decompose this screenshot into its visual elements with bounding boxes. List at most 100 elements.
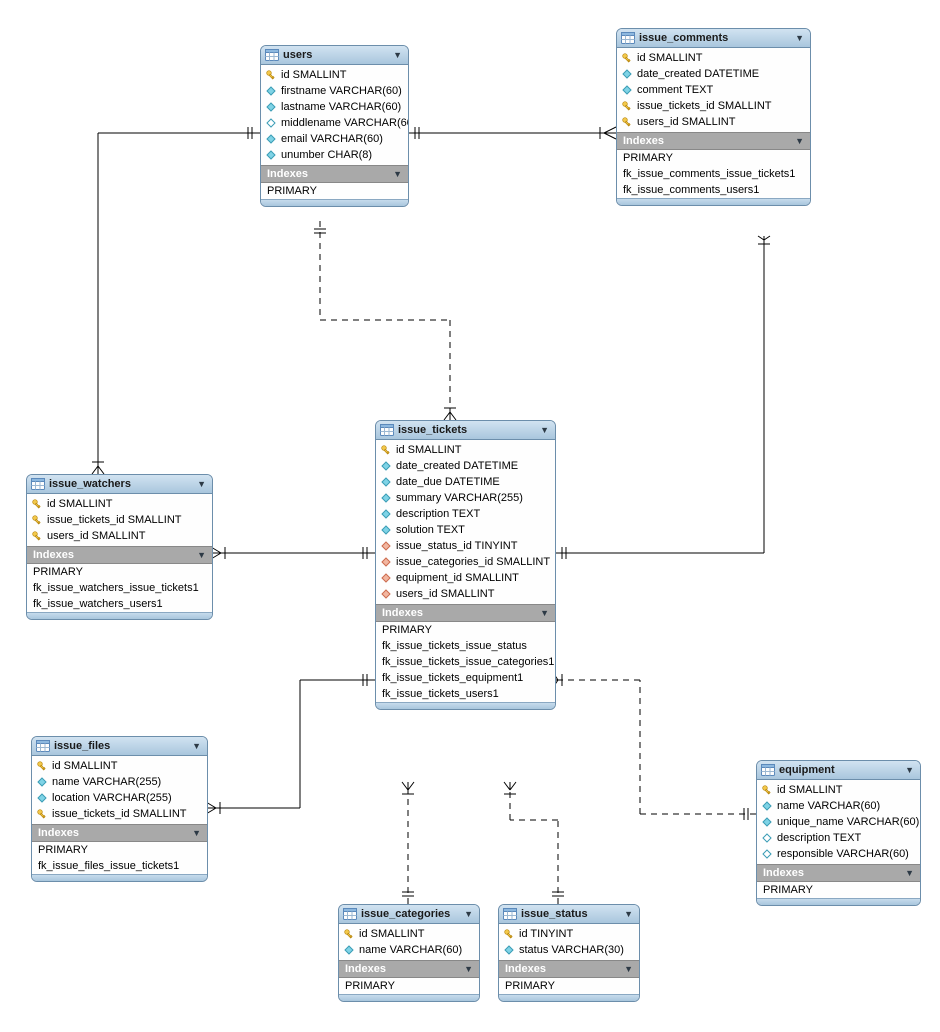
table-footer [261,199,408,206]
table-header[interactable]: issue_comments▼ [617,29,810,48]
column-row[interactable]: equipment_id SMALLINT [376,570,555,586]
collapse-icon[interactable]: ▼ [795,33,804,43]
column-row[interactable]: description TEXT [757,830,920,846]
index-row[interactable]: PRIMARY [261,183,408,199]
column-row[interactable]: issue_tickets_id SMALLINT [32,806,207,822]
table-header[interactable]: issue_tickets▼ [376,421,555,440]
indexes-header[interactable]: Indexes ▼ [27,546,212,564]
collapse-icon[interactable]: ▼ [540,608,549,618]
index-row[interactable]: PRIMARY [376,622,555,638]
indexes-header[interactable]: Indexes▼ [499,960,639,978]
column-text: id TINYINT [519,928,573,940]
index-row[interactable]: PRIMARY [757,882,920,898]
index-row[interactable]: PRIMARY [27,564,212,580]
table-users[interactable]: users▼ id SMALLINTfirstname VARCHAR(60)la… [260,45,409,207]
table-issue_status[interactable]: issue_status▼id TINYINT status VARCHAR(30… [498,904,640,1002]
collapse-icon[interactable]: ▼ [795,136,804,146]
column-row[interactable]: responsible VARCHAR(60) [757,846,920,862]
index-row[interactable]: PRIMARY [32,842,207,858]
table-header[interactable]: issue_categories▼ [339,905,479,924]
collapse-icon[interactable]: ▼ [393,169,402,179]
column-row[interactable]: date_created DATETIME [376,458,555,474]
column-row[interactable]: issue_status_id TINYINT [376,538,555,554]
indexes-header[interactable]: Indexes▼ [617,132,810,150]
table-issue_categories[interactable]: issue_categories▼id SMALLINTname VARCHAR… [338,904,480,1002]
indexes-header[interactable]: Indexes▼ [339,960,479,978]
column-row[interactable]: solution TEXT [376,522,555,538]
column-row[interactable]: lastname VARCHAR(60) [261,99,408,115]
column-row[interactable]: issue_tickets_id SMALLINT [617,98,810,114]
column-row[interactable]: users_id SMALLINT [27,528,212,544]
table-header[interactable]: equipment▼ [757,761,920,780]
column-row[interactable]: status VARCHAR(30) [499,942,639,958]
column-row[interactable]: description TEXT [376,506,555,522]
index-row[interactable]: PRIMARY [339,978,479,994]
index-row[interactable]: fk_issue_tickets_issue_categories1 [376,654,555,670]
collapse-icon[interactable]: ▼ [905,868,914,878]
column-row[interactable]: date_due DATETIME [376,474,555,490]
index-row[interactable]: fk_issue_watchers_issue_tickets1 [27,580,212,596]
index-row[interactable]: fk_issue_comments_users1 [617,182,810,198]
table-header[interactable]: issue_watchers▼ [27,475,212,494]
indexes-header[interactable]: Indexes▼ [261,165,408,183]
collapse-icon[interactable]: ▼ [905,765,914,775]
column-row[interactable]: unique_name VARCHAR(60) [757,814,920,830]
index-row[interactable]: fk_issue_watchers_users1 [27,596,212,612]
table-header[interactable]: issue_files▼ [32,737,207,756]
column-row[interactable]: unumber CHAR(8) [261,147,408,163]
index-row[interactable]: fk_issue_files_issue_tickets1 [32,858,207,874]
collapse-icon[interactable]: ▼ [624,964,633,974]
column-row[interactable]: users_id SMALLINT [617,114,810,130]
collapse-icon[interactable]: ▼ [192,741,201,751]
collapse-icon[interactable]: ▼ [197,479,206,489]
column-row[interactable]: id SMALLINT [757,782,920,798]
collapse-icon[interactable]: ▼ [192,828,201,838]
column-row[interactable]: id SMALLINT [32,758,207,774]
collapse-icon[interactable]: ▼ [624,909,633,919]
collapse-icon[interactable]: ▼ [393,50,402,60]
table-issue_watchers[interactable]: issue_watchers▼id SMALLINTissue_tickets_… [26,474,213,620]
column-row[interactable]: id SMALLINT [339,926,479,942]
column-row[interactable]: name VARCHAR(60) [757,798,920,814]
table-equipment[interactable]: equipment▼ id SMALLINTname VARCHAR(60)uni… [756,760,921,906]
indexes-label: Indexes [763,867,804,879]
index-row[interactable]: PRIMARY [499,978,639,994]
indexes-header[interactable]: Indexes ▼ [757,864,920,882]
index-row[interactable]: PRIMARY [617,150,810,166]
table-issue_tickets[interactable]: issue_tickets▼id SMALLINTdate_created DA… [375,420,556,710]
column-row[interactable]: issue_tickets_id SMALLINT [27,512,212,528]
column-row[interactable]: comment TEXT [617,82,810,98]
column-row[interactable]: name VARCHAR(255) [32,774,207,790]
column-row[interactable]: id SMALLINT [27,496,212,512]
column-text: name VARCHAR(255) [52,776,161,788]
indexes-header[interactable]: Indexes▼ [32,824,207,842]
collapse-icon[interactable]: ▼ [197,550,206,560]
collapse-icon[interactable]: ▼ [540,425,549,435]
table-header[interactable]: issue_status▼ [499,905,639,924]
column-row[interactable]: location VARCHAR(255) [32,790,207,806]
column-row[interactable]: users_id SMALLINT [376,586,555,602]
column-row[interactable]: name VARCHAR(60) [339,942,479,958]
column-row[interactable]: date_created DATETIME [617,66,810,82]
column-row[interactable]: email VARCHAR(60) [261,131,408,147]
column-row[interactable]: id SMALLINT [617,50,810,66]
index-row[interactable]: fk_issue_tickets_issue_status [376,638,555,654]
column-row[interactable]: firstname VARCHAR(60) [261,83,408,99]
index-row[interactable]: fk_issue_comments_issue_tickets1 [617,166,810,182]
column-row[interactable]: id SMALLINT [261,67,408,83]
indexes-label: Indexes [33,549,74,561]
table-header[interactable]: users▼ [261,46,408,65]
column-row[interactable]: middlename VARCHAR(60) [261,115,408,131]
column-row[interactable]: issue_categories_id SMALLINT [376,554,555,570]
indexes-header[interactable]: Indexes▼ [376,604,555,622]
table-issue_files[interactable]: issue_files▼id SMALLINT name VARCHAR(255)… [31,736,208,882]
index-row[interactable]: fk_issue_tickets_users1 [376,686,555,702]
column-text: description TEXT [777,832,861,844]
column-row[interactable]: id TINYINT [499,926,639,942]
table-issue_comments[interactable]: issue_comments▼id SMALLINTdate_created D… [616,28,811,206]
column-row[interactable]: summary VARCHAR(255) [376,490,555,506]
collapse-icon[interactable]: ▼ [464,909,473,919]
column-row[interactable]: id SMALLINT [376,442,555,458]
collapse-icon[interactable]: ▼ [464,964,473,974]
index-row[interactable]: fk_issue_tickets_equipment1 [376,670,555,686]
